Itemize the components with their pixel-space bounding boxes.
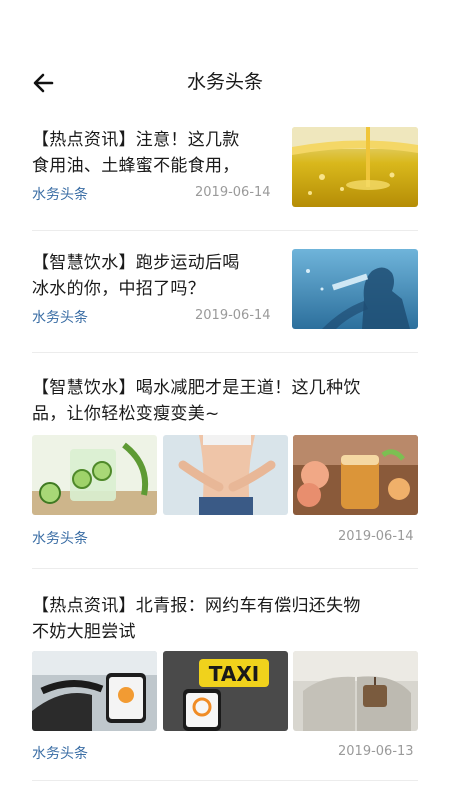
thumbnail-car-back-seat <box>293 651 418 731</box>
news-date: 2019-06-14 <box>338 529 414 544</box>
thumbnail-taxi-sign: TAXI <box>163 651 288 731</box>
news-title: 【热点资讯】注意！这几款 食用油、土蜂蜜不能食用， <box>32 130 240 176</box>
thumbnail-cucumber-drink <box>32 435 157 515</box>
divider <box>32 352 418 353</box>
app-header: 水务头条 <box>0 50 450 114</box>
divider <box>32 230 418 231</box>
news-date: 2019-06-13 <box>338 744 414 759</box>
news-source[interactable]: 水务头条 <box>32 743 88 763</box>
news-title: 【热点资讯】北青报：网约车有偿归还失物 不妨大胆尝试 <box>32 596 361 642</box>
thumbnail-phone-in-car <box>32 651 157 731</box>
thumbnail-peach-tea <box>293 435 418 515</box>
thumbnail-slim-waist <box>163 435 288 515</box>
thumbnail-cooking-oil <box>292 127 418 207</box>
news-title: 【智慧饮水】喝水减肥才是王道！这几种饮 品，让你轻松变瘦变美~ <box>32 378 361 424</box>
taxi-sign-text: TAXI <box>209 662 259 686</box>
news-source[interactable]: 水务头条 <box>32 528 88 548</box>
news-date: 2019-06-14 <box>195 308 271 323</box>
divider <box>32 568 418 569</box>
news-source[interactable]: 水务头条 <box>32 184 88 204</box>
thumbnail-drinking-water <box>292 249 418 329</box>
news-date: 2019-06-14 <box>195 185 271 200</box>
news-source[interactable]: 水务头条 <box>32 307 88 327</box>
divider <box>32 780 418 781</box>
news-title: 【智慧饮水】跑步运动后喝 冰水的你，中招了吗？ <box>32 253 240 299</box>
page-title: 水务头条 <box>186 71 263 93</box>
